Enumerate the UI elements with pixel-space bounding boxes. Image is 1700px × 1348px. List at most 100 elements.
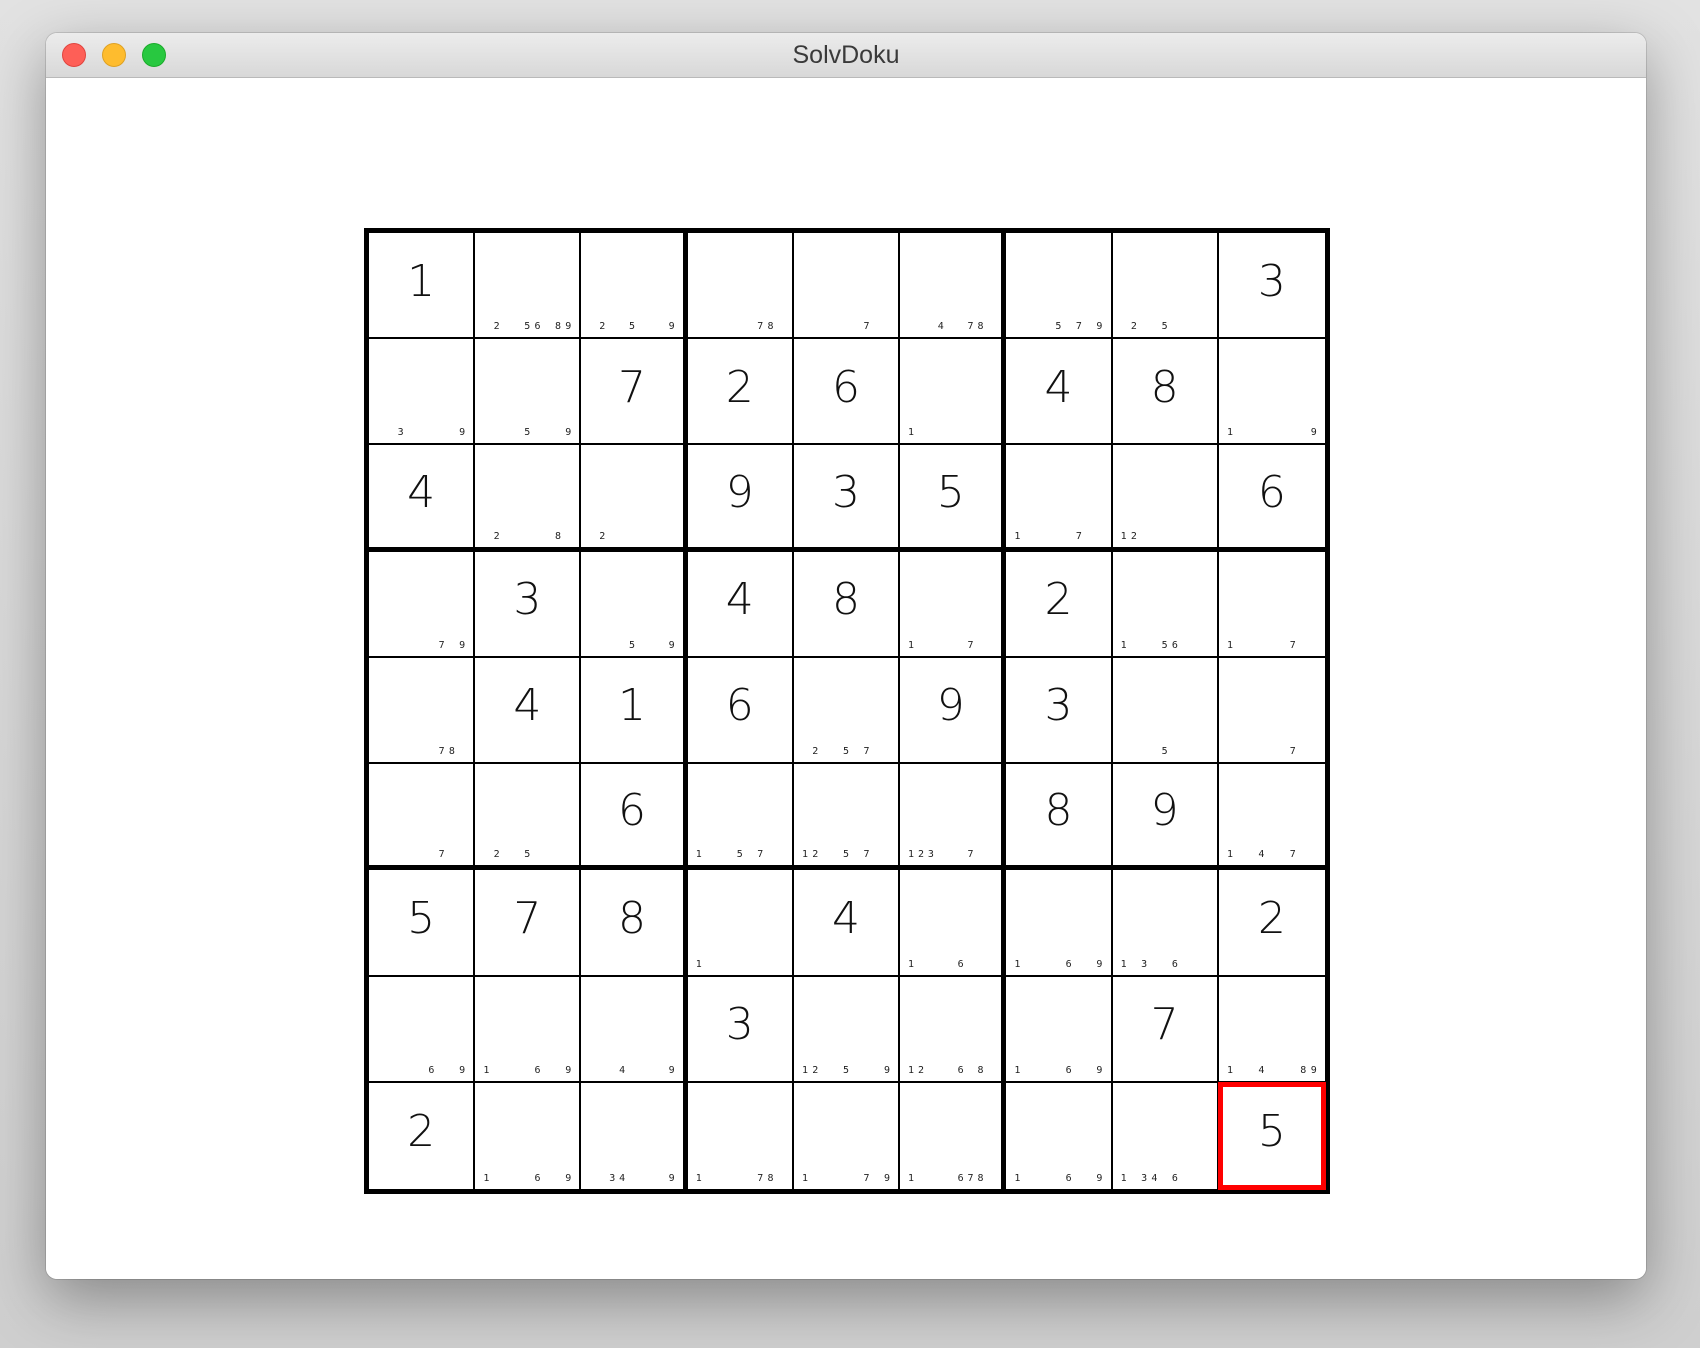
sudoku-cell-r6c3[interactable]: 6 xyxy=(581,764,688,871)
candidate-digit xyxy=(882,640,892,654)
candidate-digit xyxy=(820,746,830,760)
sudoku-cell-r1c9[interactable]: 3 xyxy=(1218,233,1325,340)
sudoku-cell-r2c1[interactable]: 39 xyxy=(369,339,476,446)
sudoku-cell-r4c6[interactable]: 17 xyxy=(900,551,1007,658)
candidate-digit xyxy=(946,1173,956,1187)
title-bar[interactable]: SolvDoku xyxy=(46,33,1646,78)
sudoku-cell-r2c3[interactable]: 7 xyxy=(581,339,688,446)
sudoku-cell-r5c9[interactable]: 7 xyxy=(1218,657,1325,765)
sudoku-cell-r7c7[interactable]: 1 6 9 xyxy=(1006,870,1113,977)
sudoku-cell-r7c4[interactable]: 1 xyxy=(687,870,794,977)
sudoku-cell-r6c8[interactable]: 9 xyxy=(1112,764,1219,871)
sudoku-cell-r5c2[interactable]: 4 xyxy=(475,657,582,765)
sudoku-cell-r8c9[interactable]: 1 4 89 xyxy=(1218,976,1325,1083)
sudoku-cell-r3c3[interactable]: 2 xyxy=(581,445,688,552)
candidate-digit xyxy=(667,531,677,545)
sudoku-cell-r7c3[interactable]: 8 xyxy=(581,870,688,977)
sudoku-cell-r8c8[interactable]: 7 xyxy=(1112,976,1219,1083)
sudoku-cell-r8c3[interactable]: 49 xyxy=(581,976,688,1083)
sudoku-cell-r3c2[interactable]: 28 xyxy=(475,445,582,552)
sudoku-cell-r9c9[interactable]: 5 xyxy=(1218,1082,1325,1189)
sudoku-cell-r5c6[interactable]: 9 xyxy=(900,657,1007,765)
sudoku-cell-r9c6[interactable]: 1678 xyxy=(900,1082,1007,1189)
sudoku-cell-r9c2[interactable]: 1 6 9 xyxy=(475,1082,582,1189)
sudoku-cell-r4c2[interactable]: 3 xyxy=(475,551,582,658)
sudoku-cell-r5c7[interactable]: 3 xyxy=(1006,657,1113,765)
sudoku-cell-r8c2[interactable]: 1 6 9 xyxy=(475,976,582,1083)
sudoku-cell-r8c1[interactable]: 69 xyxy=(369,976,476,1083)
sudoku-cell-r1c3[interactable]: 2 5 9 xyxy=(581,233,688,340)
sudoku-cell-r4c9[interactable]: 17 xyxy=(1218,551,1325,658)
sudoku-cell-r8c7[interactable]: 1 6 9 xyxy=(1006,976,1113,1083)
sudoku-cell-r7c5[interactable]: 4 xyxy=(793,870,901,977)
sudoku-cell-r7c6[interactable]: 16 xyxy=(900,870,1007,977)
candidate-digit xyxy=(704,746,714,760)
sudoku-cell-r4c8[interactable]: 1 56 xyxy=(1112,551,1219,658)
sudoku-cell-r6c9[interactable]: 1 4 7 xyxy=(1218,764,1325,871)
sudoku-cell-r1c5[interactable]: 7 xyxy=(793,233,901,340)
sudoku-cell-r3c8[interactable]: 12 xyxy=(1112,445,1219,552)
sudoku-cell-r6c4[interactable]: 1 5 7 xyxy=(687,764,794,871)
sudoku-cell-r7c8[interactable]: 1 3 6 xyxy=(1112,870,1219,977)
sudoku-cell-r7c1[interactable]: 5 xyxy=(369,870,476,977)
sudoku-cell-r5c3[interactable]: 1 xyxy=(581,657,688,765)
sudoku-cell-r2c9[interactable]: 19 xyxy=(1218,339,1325,446)
sudoku-cell-r8c4[interactable]: 3 xyxy=(687,976,794,1083)
sudoku-cell-r2c8[interactable]: 8 xyxy=(1112,339,1219,446)
sudoku-cell-r2c2[interactable]: 59 xyxy=(475,339,582,446)
candidate-digit: 8 xyxy=(555,530,562,542)
sudoku-cell-r7c2[interactable]: 7 xyxy=(475,870,582,977)
sudoku-cell-r1c2[interactable]: 2 56 89 xyxy=(475,233,582,340)
candidate-digit xyxy=(1201,427,1211,441)
sudoku-cell-r3c9[interactable]: 6 xyxy=(1218,445,1325,552)
sudoku-cell-r9c8[interactable]: 1 34 6 xyxy=(1112,1082,1219,1189)
sudoku-cell-r9c5[interactable]: 1 7 9 xyxy=(793,1082,901,1189)
candidate-digit: 4 xyxy=(619,1172,626,1184)
sudoku-cell-r3c4[interactable]: 9 xyxy=(687,445,794,552)
sudoku-cell-r9c7[interactable]: 1 6 9 xyxy=(1006,1082,1113,1189)
sudoku-cell-r2c7[interactable]: 4 xyxy=(1006,339,1113,446)
cell-candidates xyxy=(587,849,676,863)
sudoku-cell-r3c5[interactable]: 3 xyxy=(793,445,901,552)
sudoku-cell-r1c7[interactable]: 5 7 9 xyxy=(1006,233,1113,340)
sudoku-cell-r2c6[interactable]: 1 xyxy=(900,339,1007,446)
sudoku-cell-r2c5[interactable]: 6 xyxy=(793,339,901,446)
sudoku-cell-r4c3[interactable]: 59 xyxy=(581,551,688,658)
cell-value xyxy=(688,870,792,966)
sudoku-cell-r4c7[interactable]: 2 xyxy=(1006,551,1113,658)
sudoku-cell-r6c7[interactable]: 8 xyxy=(1006,764,1113,871)
sudoku-cell-r9c1[interactable]: 2 xyxy=(369,1082,476,1189)
candidate-digit xyxy=(1033,1065,1043,1079)
sudoku-cell-r6c2[interactable]: 25 xyxy=(475,764,582,871)
candidate-digit: 1 xyxy=(908,1064,915,1076)
sudoku-cell-r5c4[interactable]: 6 xyxy=(687,657,794,765)
candidate-digit: 1 xyxy=(1014,530,1021,542)
candidate-digit xyxy=(406,959,416,973)
sudoku-cell-r5c8[interactable]: 5 xyxy=(1112,657,1219,765)
sudoku-cell-r4c5[interactable]: 8 xyxy=(793,551,901,658)
sudoku-cell-r8c6[interactable]: 12 6 8 xyxy=(900,976,1007,1083)
sudoku-cell-r1c6[interactable]: 4 78 xyxy=(900,233,1007,340)
sudoku-cell-r4c4[interactable]: 4 xyxy=(687,551,794,658)
candidate-digit xyxy=(735,1065,745,1079)
sudoku-cell-r9c3[interactable]: 34 9 xyxy=(581,1082,688,1189)
sudoku-cell-r6c1[interactable]: 7 xyxy=(369,764,476,871)
sudoku-cell-r9c4[interactable]: 1 78 xyxy=(687,1082,794,1189)
candidate-digit xyxy=(1074,746,1084,760)
sudoku-cell-r3c1[interactable]: 4 xyxy=(369,445,476,552)
sudoku-cell-r6c5[interactable]: 12 5 7 xyxy=(793,764,901,871)
candidate-digit xyxy=(657,321,667,335)
sudoku-cell-r4c1[interactable]: 79 xyxy=(369,551,476,658)
sudoku-cell-r5c1[interactable]: 78 xyxy=(369,657,476,765)
sudoku-cell-r1c1[interactable]: 1 xyxy=(369,233,476,340)
sudoku-cell-r1c4[interactable]: 78 xyxy=(687,233,794,340)
sudoku-cell-r5c5[interactable]: 2 5 7 xyxy=(793,657,901,765)
sudoku-cell-r6c6[interactable]: 123 7 xyxy=(900,764,1007,871)
cell-value xyxy=(1113,658,1217,754)
sudoku-cell-r8c5[interactable]: 12 5 9 xyxy=(793,976,901,1083)
sudoku-cell-r7c9[interactable]: 2 xyxy=(1218,870,1325,977)
sudoku-cell-r3c7[interactable]: 17 xyxy=(1006,445,1113,552)
sudoku-cell-r3c6[interactable]: 5 xyxy=(900,445,1007,552)
sudoku-cell-r1c8[interactable]: 25 xyxy=(1112,233,1219,340)
sudoku-cell-r2c4[interactable]: 2 xyxy=(687,339,794,446)
